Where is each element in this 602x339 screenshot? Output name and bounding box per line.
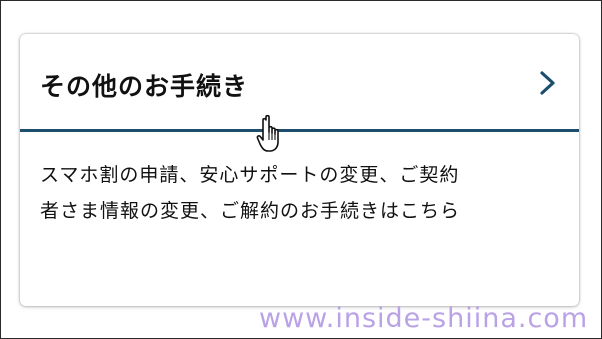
procedures-card[interactable]: その他のお手続き スマホ割の申請、安心サポートの変更、ご契約 者さま情報の変更、… bbox=[20, 34, 579, 306]
watermark-text: www.inside-shiina.com bbox=[259, 303, 589, 334]
card-title: その他のお手続き bbox=[40, 72, 249, 101]
card-description: スマホ割の申請、安心サポートの変更、ご契約 者さま情報の変更、ご解約のお手続きは… bbox=[40, 157, 565, 229]
card-header[interactable]: その他のお手続き bbox=[20, 34, 579, 132]
screenshot-frame: その他のお手続き スマホ割の申請、安心サポートの変更、ご契約 者さま情報の変更、… bbox=[0, 0, 602, 339]
description-line-2: 者さま情報の変更、ご解約のお手続きはこちら bbox=[40, 200, 461, 222]
description-line-1: スマホ割の申請、安心サポートの変更、ご契約 bbox=[40, 164, 460, 186]
hand-pointer-cursor-icon bbox=[256, 114, 279, 152]
chevron-right-icon[interactable] bbox=[537, 70, 559, 96]
